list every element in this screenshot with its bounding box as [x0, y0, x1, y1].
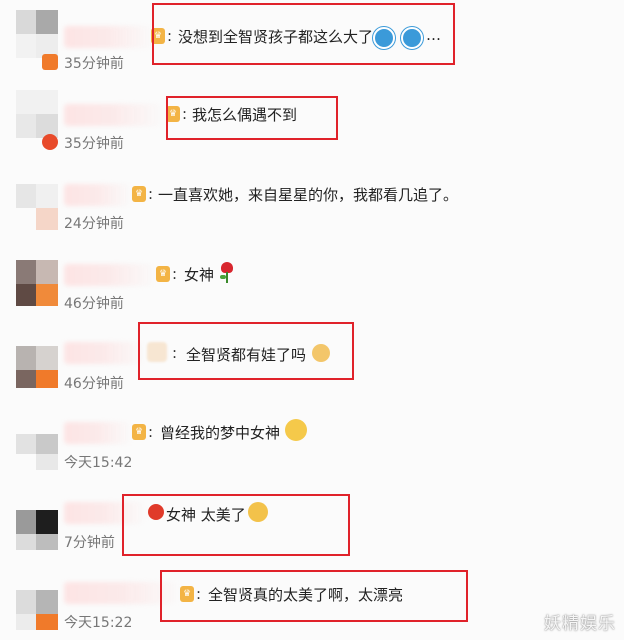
avatar-tile — [36, 590, 58, 614]
avatar[interactable] — [16, 410, 58, 470]
colon: : — [172, 265, 178, 283]
highlight-box — [166, 96, 338, 140]
avatar[interactable] — [16, 90, 58, 150]
avatar-tile — [36, 434, 58, 454]
avatar-tile — [36, 370, 58, 388]
avatar[interactable] — [16, 490, 58, 550]
comment-screen: { "comments": [ { "text": "没想到全智贤孩子都这么大了… — [0, 0, 624, 640]
highlight-box — [152, 3, 455, 65]
comment-row: ♛ : 没想到全智贤孩子都这么大了 … 35分钟前 — [0, 0, 624, 80]
avatar[interactable] — [16, 10, 58, 70]
timestamp: 35分钟前 — [64, 56, 124, 72]
avatar-tile — [16, 590, 36, 614]
avatar-tile — [16, 370, 36, 388]
avatar-tile — [36, 510, 58, 534]
avatar-tile — [16, 184, 36, 208]
avatar-tile — [36, 260, 58, 284]
avatar-tile — [16, 510, 36, 534]
fan-badge-icon: ♛ — [156, 266, 170, 282]
comment-row: : 全智贤都有娃了吗 46分钟前 — [0, 320, 624, 400]
timestamp: 7分钟前 — [64, 535, 115, 551]
avatar-tile — [36, 184, 58, 208]
avatar-tile — [16, 34, 36, 58]
avatar-tile — [16, 534, 36, 550]
comment-text: 曾经我的梦中女神 — [160, 424, 281, 442]
avatar-tile — [16, 10, 36, 34]
avatar-tile — [16, 284, 36, 306]
avatar-tile — [36, 284, 58, 306]
timestamp: 今天15:42 — [64, 455, 133, 471]
avatar-tile — [36, 454, 58, 470]
avatar-tile — [36, 614, 58, 630]
timestamp: 46分钟前 — [64, 296, 124, 312]
fan-badge-icon: ♛ — [132, 186, 146, 202]
avatar[interactable] — [16, 170, 58, 230]
avatar-tile — [16, 114, 36, 138]
comment-row: ♛ : 女神 46分钟前 — [0, 240, 624, 320]
drooling-face-icon — [285, 419, 307, 441]
avatar[interactable] — [16, 570, 58, 630]
username-blurred[interactable] — [64, 422, 132, 444]
avatar-tile — [16, 614, 36, 630]
vip-badge-icon — [42, 134, 58, 150]
timestamp: 今天15:22 — [64, 615, 133, 631]
avatar-tile — [16, 434, 36, 454]
username-blurred[interactable] — [64, 264, 156, 286]
timestamp: 46分钟前 — [64, 376, 124, 392]
avatar[interactable] — [16, 330, 58, 388]
comment-row: ♛ : 全智贤真的太美了啊，太漂亮 今天15:22 — [0, 560, 624, 640]
avatar-tile — [16, 90, 58, 114]
avatar-tile — [36, 208, 58, 230]
username-blurred[interactable] — [64, 184, 132, 206]
colon: : — [148, 185, 154, 203]
highlight-box — [160, 570, 468, 622]
rose-icon — [220, 262, 234, 284]
watermark: 妖精娱乐 — [544, 614, 616, 634]
comment-text: 女神 — [184, 266, 215, 284]
fan-badge-icon: ♛ — [132, 424, 146, 440]
avatar-tile — [36, 346, 58, 370]
colon: : — [148, 423, 154, 441]
timestamp: 35分钟前 — [64, 136, 124, 152]
username-blurred[interactable] — [64, 104, 164, 126]
comment-text: 一直喜欢她，来自星星的你，我都看几追了。 — [158, 186, 459, 204]
comment-row: ♛ : 一直喜欢她，来自星星的你，我都看几追了。 24分钟前 — [0, 160, 624, 240]
avatar-tile — [16, 346, 36, 370]
comment-row: 女神 太美了 7分钟前 — [0, 480, 624, 560]
avatar-tile — [36, 534, 58, 550]
avatar[interactable] — [16, 250, 58, 306]
highlight-box — [138, 322, 354, 380]
avatar-tile — [16, 260, 36, 284]
avatar-tile — [36, 10, 58, 34]
highlight-box — [122, 494, 350, 556]
comment-row: ♛ : 曾经我的梦中女神 今天15:42 — [0, 400, 624, 480]
username-blurred[interactable] — [64, 26, 154, 48]
vip-badge-icon — [42, 54, 58, 70]
username-blurred[interactable] — [64, 342, 146, 364]
timestamp: 24分钟前 — [64, 216, 124, 232]
comment-row: ♛ : 我怎么偶遇不到 35分钟前 — [0, 80, 624, 160]
